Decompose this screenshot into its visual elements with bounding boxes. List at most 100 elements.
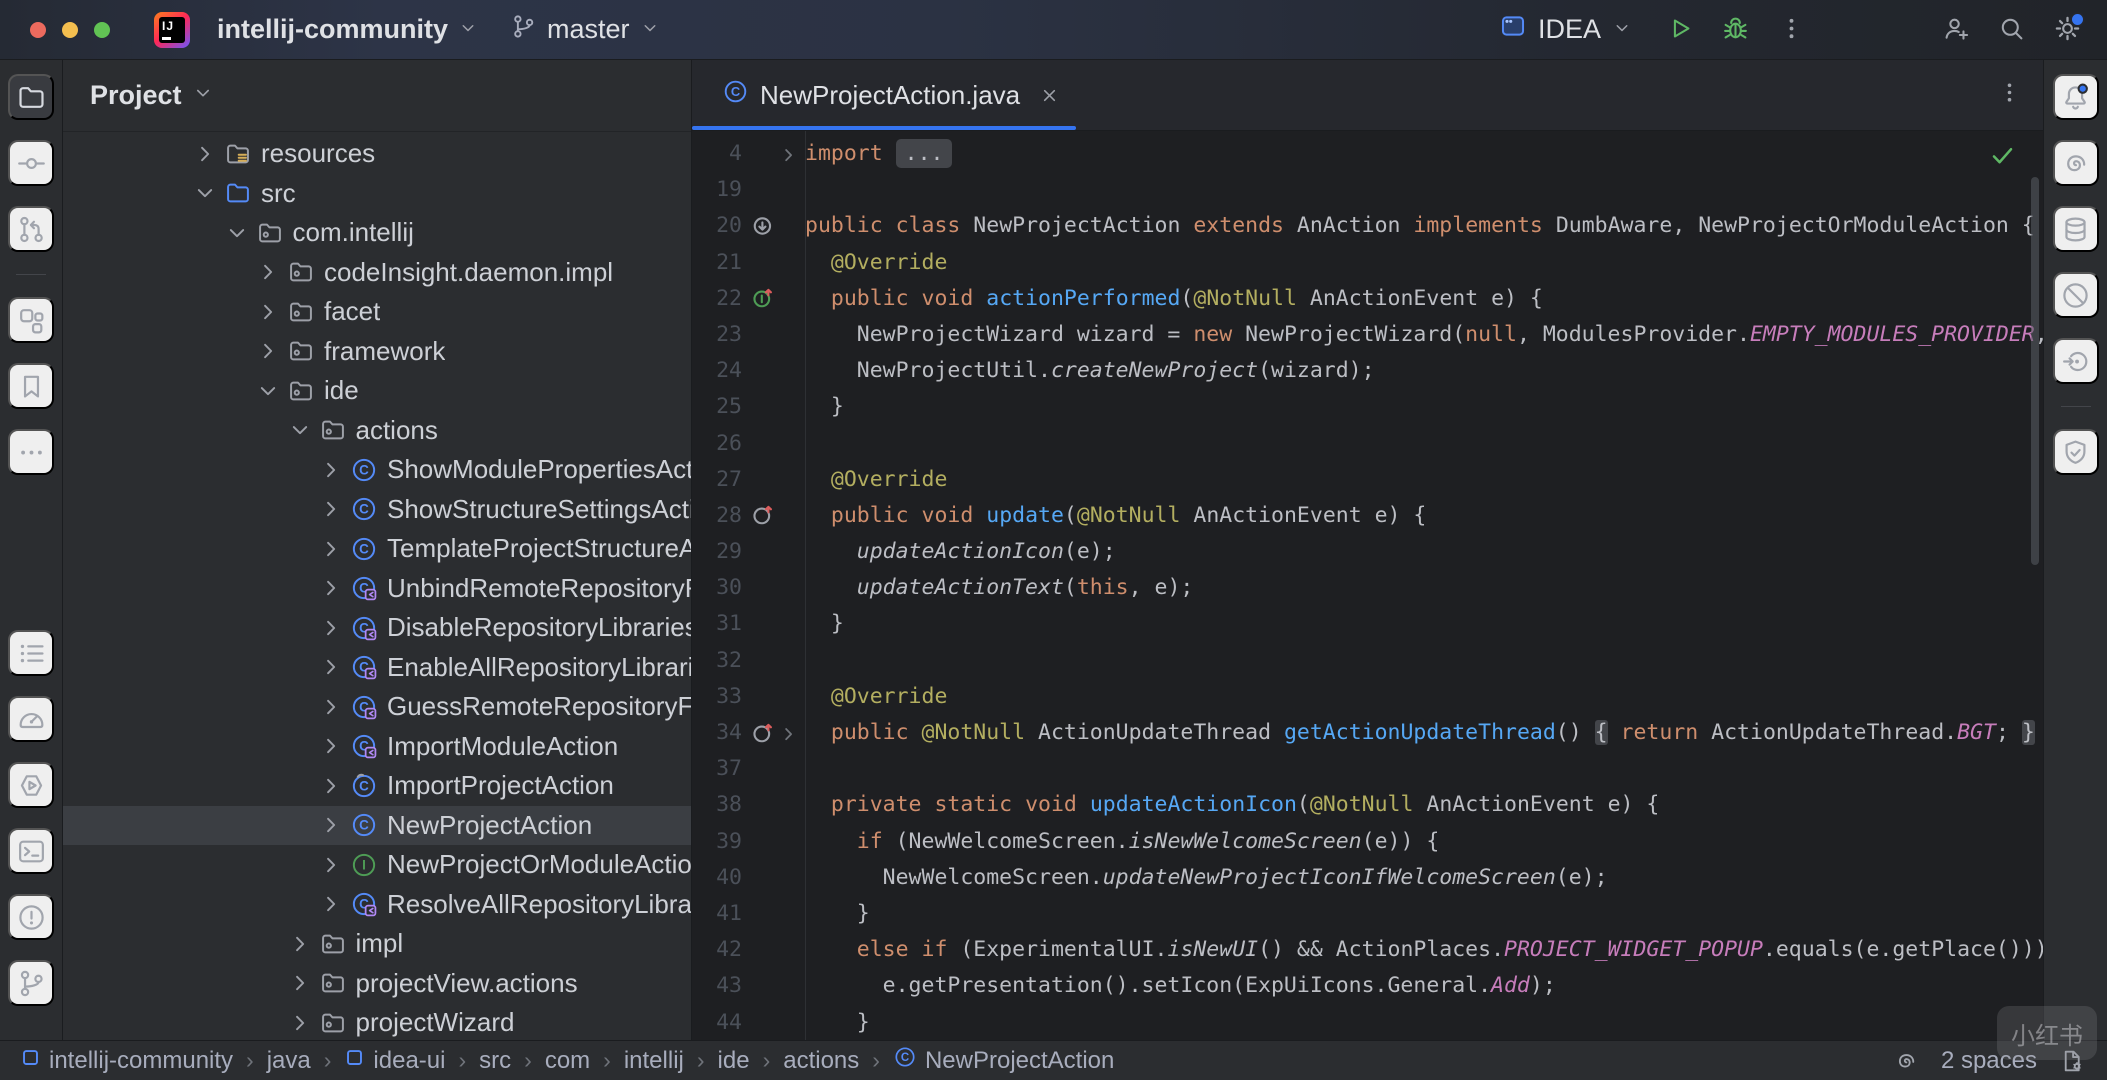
tree-row-ImportModuleAction[interactable]: CImportModuleAction	[63, 727, 691, 767]
line-number[interactable]: 23	[692, 317, 742, 353]
chevron-right-icon[interactable]	[287, 1009, 314, 1036]
line-number[interactable]: 20	[692, 208, 742, 244]
tool-window-button-more-tool-windows[interactable]	[8, 429, 54, 475]
line-number[interactable]: 4	[692, 136, 742, 172]
code-line-32[interactable]: 32	[692, 643, 2043, 679]
line-number[interactable]: 25	[692, 389, 742, 425]
breadcrumb-NewProjectAction[interactable]: CNewProjectAction	[893, 1045, 1114, 1076]
tree-row-projectView.actions[interactable]: projectView.actions	[63, 964, 691, 1004]
tool-window-button-database[interactable]	[2053, 206, 2099, 252]
tool-window-button-commit[interactable]	[8, 140, 54, 186]
overrides-gutter-icon[interactable]	[751, 503, 776, 528]
line-number[interactable]: 42	[692, 932, 742, 968]
implements-gutter-icon[interactable]	[751, 286, 776, 311]
tree-row-com.intellij[interactable]: com.intellij	[63, 213, 691, 253]
inspections-ok-icon[interactable]	[1989, 142, 2016, 181]
tool-window-button-bookmarks[interactable]	[8, 363, 54, 409]
code-line-24[interactable]: 24 NewProjectUtil.createNewProject(wizar…	[692, 353, 2043, 389]
chevron-right-icon[interactable]	[318, 614, 345, 641]
code-line-39[interactable]: 39 if (NewWelcomeScreen.isNewWelcomeScre…	[692, 824, 2043, 860]
tree-row-ResolveAllRepositoryLibrarie[interactable]: CResolveAllRepositoryLibrarie	[63, 885, 691, 925]
tree-row-projectWizard[interactable]: projectWizard	[63, 1003, 691, 1040]
line-number[interactable]: 39	[692, 824, 742, 860]
tree-row-ShowStructureSettingsActio[interactable]: CShowStructureSettingsActio	[63, 490, 691, 530]
editor-tab-newprojectaction[interactable]: C NewProjectAction.java	[692, 60, 1076, 130]
code-line-22[interactable]: 22 public void actionPerformed(@NotNull …	[692, 281, 2043, 317]
overridden-gutter-icon[interactable]	[751, 214, 776, 239]
chevron-right-icon[interactable]	[255, 259, 282, 286]
editor-scrollbar[interactable]	[2031, 177, 2039, 565]
tool-window-button-pull-requests[interactable]	[8, 206, 54, 252]
tree-row-ide[interactable]: ide	[63, 371, 691, 411]
code-line-21[interactable]: 21 @Override	[692, 245, 2043, 281]
line-number[interactable]: 38	[692, 787, 742, 823]
code-line-29[interactable]: 29 updateActionIcon(e);	[692, 534, 2043, 570]
line-number[interactable]: 44	[692, 1005, 742, 1041]
indent-indicator[interactable]: 2 spaces	[1941, 1047, 2037, 1075]
run-button[interactable]	[1657, 8, 1701, 52]
chevron-down-icon[interactable]	[255, 377, 282, 404]
tree-row-facet[interactable]: facet	[63, 292, 691, 332]
code-line-33[interactable]: 33 @Override	[692, 679, 2043, 715]
chevron-down-icon[interactable]	[192, 180, 219, 207]
breadcrumb-java[interactable]: java	[267, 1047, 311, 1075]
chevron-right-icon[interactable]	[318, 733, 345, 760]
more-run-actions-button[interactable]	[1769, 8, 1813, 52]
tree-row-NewProjectOrModuleAction[interactable]: INewProjectOrModuleAction	[63, 845, 691, 885]
project-widget[interactable]: intellij-community	[204, 6, 491, 53]
run-configuration-widget[interactable]: IDEA	[1486, 4, 1645, 55]
tree-row-EnableAllRepositoryLibraries[interactable]: CEnableAllRepositoryLibraries	[63, 648, 691, 688]
chevron-right-icon[interactable]	[318, 772, 345, 799]
breadcrumb-intellij[interactable]: intellij	[624, 1047, 684, 1075]
tree-row-actions[interactable]: actions	[63, 411, 691, 451]
breadcrumb-ide[interactable]: ide	[718, 1047, 750, 1075]
line-number[interactable]: 22	[692, 281, 742, 317]
code-line-34[interactable]: 34 public @NotNull ActionUpdateThread ge…	[692, 715, 2043, 751]
editor-options-icon[interactable]	[1996, 79, 2023, 111]
tree-row-TemplateProjectStructureAc[interactable]: CTemplateProjectStructureAc	[63, 529, 691, 569]
breadcrumb-actions[interactable]: actions	[783, 1047, 859, 1075]
chevron-right-icon[interactable]	[318, 496, 345, 523]
line-number[interactable]: 37	[692, 751, 742, 787]
line-number[interactable]: 32	[692, 643, 742, 679]
chevron-right-icon[interactable]	[255, 338, 282, 365]
project-panel-header[interactable]: Project	[63, 60, 691, 132]
breadcrumb-com[interactable]: com	[545, 1047, 590, 1075]
tree-row-UnbindRemoteRepositoryFor[interactable]: CUnbindRemoteRepositoryFor	[63, 569, 691, 609]
chevron-down-icon[interactable]	[224, 219, 251, 246]
tree-row-DisableRepositoryLibrariesSh[interactable]: CDisableRepositoryLibrariesSh	[63, 608, 691, 648]
line-number[interactable]: 30	[692, 570, 742, 606]
chevron-right-icon[interactable]	[318, 535, 345, 562]
chevron-right-icon[interactable]	[255, 298, 282, 325]
chevron-right-icon[interactable]	[318, 654, 345, 681]
code-line-42[interactable]: 42 else if (ExperimentalUI.isNewUI() && …	[692, 932, 2043, 968]
line-number[interactable]: 40	[692, 860, 742, 896]
code-line-4[interactable]: 4import ...	[692, 136, 2043, 172]
chevron-right-icon[interactable]	[318, 812, 345, 839]
tool-window-button-notifications[interactable]	[2053, 74, 2099, 120]
search-everywhere-button[interactable]	[1989, 8, 2033, 52]
line-number[interactable]: 43	[692, 968, 742, 1004]
tool-window-button-security-analysis[interactable]	[2053, 429, 2099, 475]
line-number[interactable]: 41	[692, 896, 742, 932]
breadcrumb-idea-ui[interactable]: idea-ui	[344, 1047, 445, 1075]
ai-assistant-status-icon[interactable]	[1893, 1048, 1919, 1074]
line-number[interactable]: 29	[692, 534, 742, 570]
line-number[interactable]: 26	[692, 426, 742, 462]
line-number[interactable]: 34	[692, 715, 742, 751]
branch-widget[interactable]: master	[497, 5, 673, 55]
fold-chevron-icon[interactable]	[779, 724, 798, 743]
tool-window-button-endpoints[interactable]	[2053, 338, 2099, 384]
code-line-38[interactable]: 38 private static void updateActionIcon(…	[692, 787, 2043, 823]
settings-button[interactable]	[2045, 8, 2089, 52]
line-number[interactable]: 21	[692, 245, 742, 281]
tree-row-src[interactable]: src	[63, 174, 691, 214]
code-with-me-button[interactable]	[1933, 8, 1977, 52]
chevron-right-icon[interactable]	[318, 693, 345, 720]
close-window-button[interactable]	[30, 22, 46, 38]
code-line-28[interactable]: 28 public void update(@NotNull AnActionE…	[692, 498, 2043, 534]
tree-row-ImportProjectAction[interactable]: CImportProjectAction	[63, 766, 691, 806]
chevron-right-icon[interactable]	[318, 891, 345, 918]
line-number[interactable]: 19	[692, 172, 742, 208]
chevron-right-icon[interactable]	[318, 575, 345, 602]
